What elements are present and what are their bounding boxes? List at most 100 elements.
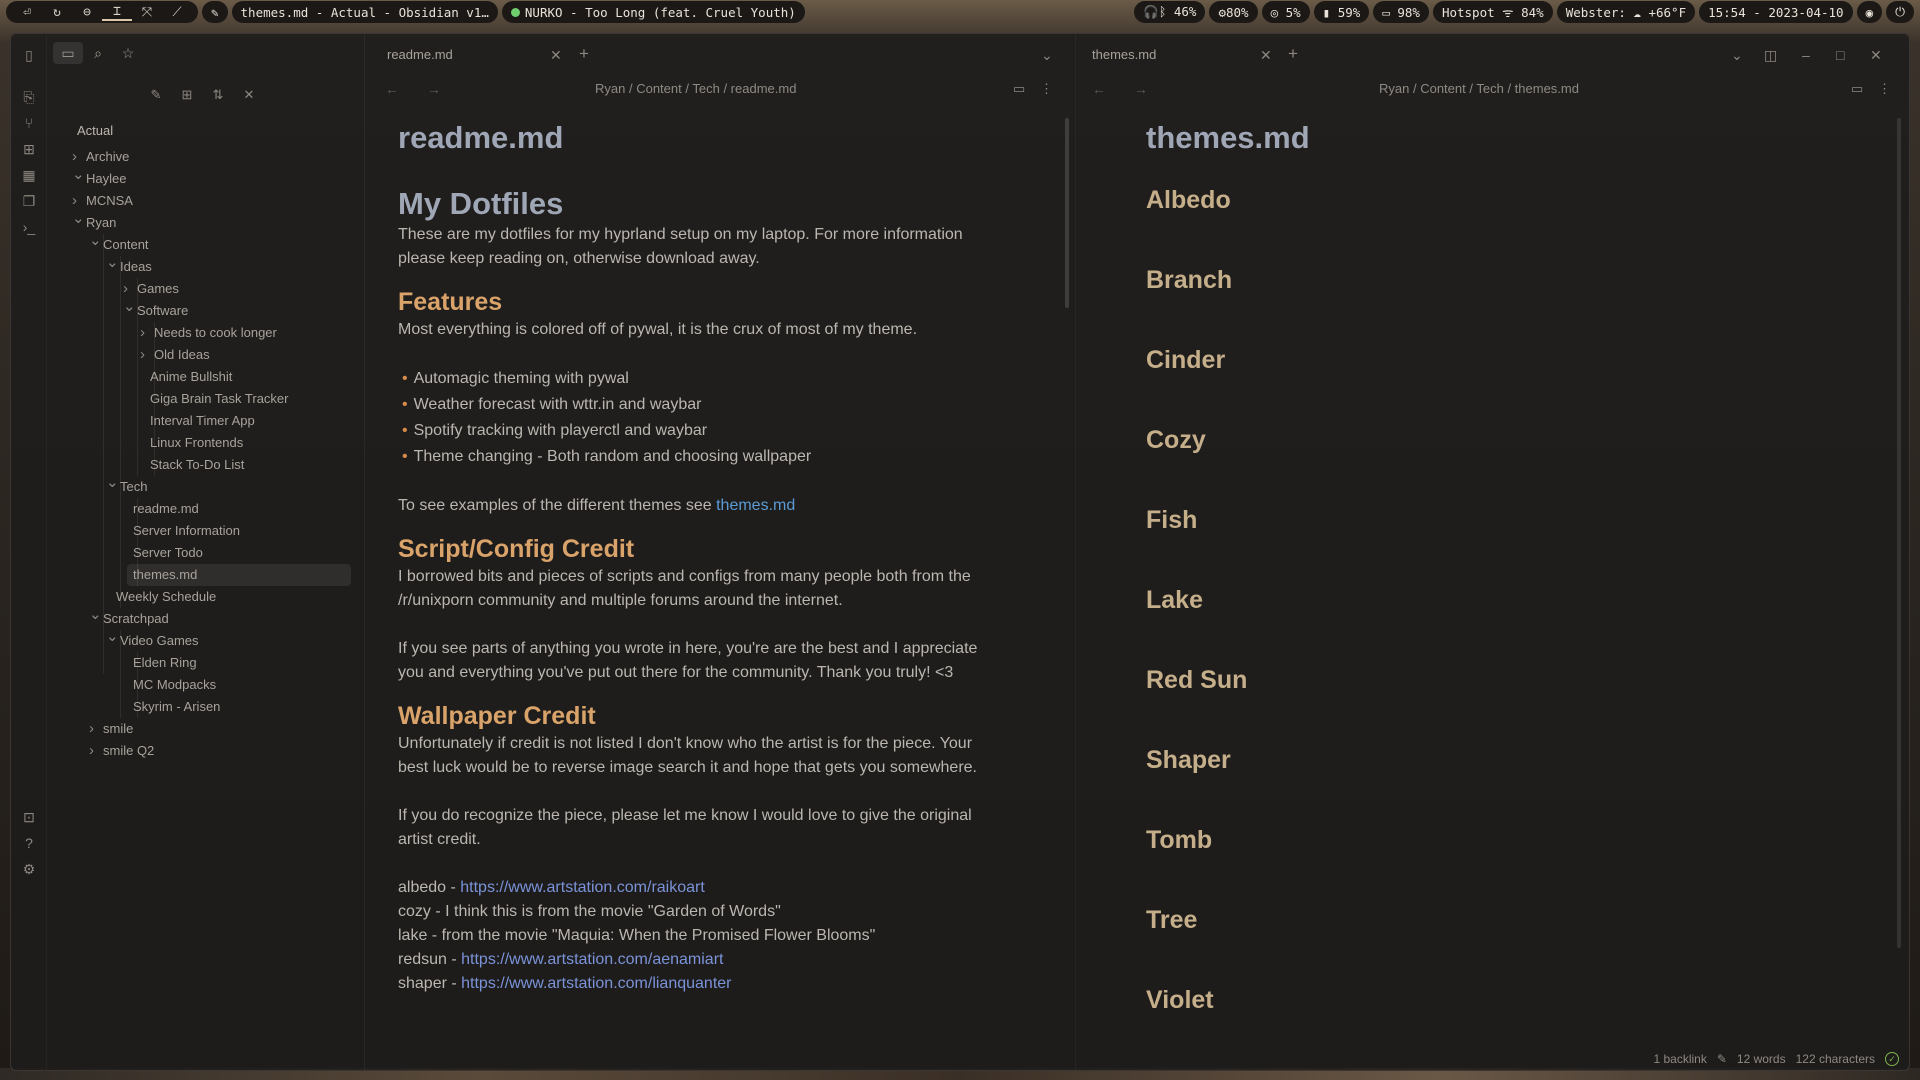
templates-icon[interactable]: ❐ [20, 192, 38, 210]
help-icon[interactable]: ? [20, 834, 38, 852]
more-options-icon[interactable]: ⋮ [1878, 74, 1891, 104]
file-item[interactable]: Linux Frontends [150, 432, 243, 454]
left-tabbar: readme.md ✕ + ⌄ [365, 34, 1075, 74]
inline-title[interactable]: readme.md [398, 120, 1018, 156]
close-tab-icon[interactable]: ✕ [1260, 42, 1272, 68]
file-item[interactable]: MC Modpacks [133, 674, 216, 696]
file-item[interactable]: Server Information [133, 520, 240, 542]
sidebar-toggle-icon[interactable]: ▯ [20, 46, 38, 64]
breadcrumb-item[interactable]: themes.md [1515, 81, 1579, 96]
window-close-icon[interactable]: ✕ [1870, 42, 1882, 68]
backlinks-count[interactable]: 1 backlink [1653, 1052, 1706, 1066]
now-playing[interactable]: NURKO - Too Long (feat. Cruel Youth) [501, 1, 805, 23]
new-note-icon[interactable]: ✎ [147, 86, 165, 104]
inline-title[interactable]: themes.md [1146, 120, 1846, 156]
settings-gear-icon[interactable]: ⚙ [20, 860, 38, 878]
wifi-status[interactable]: Hotspot ᯤ 84% [1432, 1, 1553, 23]
command-palette-icon[interactable]: ›_ [20, 218, 38, 236]
close-tab-icon[interactable]: ✕ [550, 42, 562, 68]
tab-list-chevron-down-icon[interactable]: ⌄ [1731, 42, 1743, 68]
folder-item[interactable]: Software [123, 296, 188, 322]
folder-item[interactable]: Needs to cook longer [140, 322, 277, 344]
nav-back-forward-icons[interactable]: ← → [1092, 74, 1160, 104]
new-folder-icon[interactable]: ⊞ [178, 86, 196, 104]
tab-themes[interactable]: themes.md [1092, 42, 1156, 68]
file-item[interactable]: Server Todo [133, 542, 203, 564]
workspace-2[interactable]: ↻ [42, 5, 72, 20]
file-item[interactable]: Skyrim - Arisen [133, 696, 220, 718]
sort-icon[interactable]: ⇅ [209, 86, 227, 104]
vault-name[interactable]: Actual [77, 123, 113, 138]
file-item[interactable]: readme.md [133, 498, 199, 520]
breadcrumb-item[interactable]: readme.md [731, 81, 797, 96]
themes-link[interactable]: themes.md [716, 497, 795, 514]
folder-item[interactable]: Video Games [106, 626, 198, 652]
breadcrumb-item[interactable]: Content [636, 81, 682, 96]
folder-item[interactable]: smile [89, 718, 134, 740]
collapse-all-icon[interactable]: ✕ [240, 86, 258, 104]
file-item[interactable]: Interval Timer App [150, 410, 255, 432]
brush-icon[interactable]: ✎ [202, 1, 228, 23]
theme-heading: Cozy [1146, 426, 1206, 454]
split-right-sidebar-icon[interactable]: ◫ [1764, 42, 1777, 68]
credit-line-3: If you see parts of anything you wrote i… [398, 640, 978, 657]
file-item[interactable]: themes.md [127, 564, 351, 586]
weather-status[interactable]: Webster: ☁ +66°F [1556, 1, 1696, 23]
minimize-icon[interactable]: – [1802, 42, 1810, 68]
sync-check-icon[interactable]: ✓ [1885, 1052, 1899, 1066]
bookmarks-tab-star-icon[interactable]: ☆ [113, 42, 143, 64]
workspace-3[interactable]: ⊖ [72, 5, 102, 20]
more-options-icon[interactable]: ⋮ [1040, 74, 1053, 104]
right-scrollbar[interactable] [1897, 118, 1901, 948]
file-item[interactable]: Stack To-Do List [150, 454, 244, 476]
vault-switcher-icon[interactable]: ⊡ [20, 808, 38, 826]
external-link[interactable]: https://www.artstation.com/lianquanter [461, 975, 731, 992]
workspace-6[interactable]: ⟋ [162, 5, 192, 20]
theme-heading: Branch [1146, 266, 1233, 294]
file-item[interactable]: Giga Brain Task Tracker [150, 388, 288, 410]
credit-entry-text: lake - from the movie "Maquia: When the … [398, 927, 876, 944]
clock[interactable]: 15:54 - 2023-04-10 [1699, 1, 1853, 23]
edit-mode-pencil-icon[interactable]: ✎ [1717, 1052, 1727, 1066]
discord-icon[interactable]: ◉ [1856, 1, 1883, 23]
tab-list-chevron-down-icon[interactable]: ⌄ [1041, 42, 1053, 68]
reading-view-icon[interactable]: ▭ [1851, 74, 1863, 104]
daily-note-icon[interactable]: ▦ [20, 166, 38, 184]
file-item[interactable]: Weekly Schedule [116, 586, 216, 608]
search-tab-icon[interactable]: ⌕ [83, 42, 113, 64]
breadcrumb-item[interactable]: Content [1420, 81, 1466, 96]
new-tab-icon[interactable]: + [579, 41, 589, 67]
workspace-5[interactable]: ⤧ [132, 5, 162, 20]
external-link[interactable]: https://www.artstation.com/aenamiart [461, 951, 723, 968]
examples-line: To see examples of the different themes … [398, 494, 1018, 518]
power-icon[interactable]: ⏻ [1886, 1, 1914, 23]
maximize-icon[interactable]: □ [1836, 42, 1844, 68]
file-item[interactable]: Elden Ring [133, 652, 197, 674]
new-tab-icon[interactable]: + [1288, 41, 1298, 67]
left-scrollbar[interactable] [1065, 118, 1069, 308]
external-link[interactable]: https://www.artstation.com/raikoart [460, 879, 705, 896]
graph-view-icon[interactable]: ⑂ [20, 114, 38, 132]
files-tab-folder-icon[interactable]: ▭ [53, 42, 83, 64]
workspace-4[interactable]: ⌶ [102, 4, 132, 21]
folder-item[interactable]: smile Q2 [89, 740, 154, 762]
workspace-1[interactable]: ⏎ [12, 5, 42, 20]
folder-item[interactable]: MCNSA [72, 190, 133, 212]
breadcrumb-item[interactable]: Ryan [1379, 81, 1409, 96]
file-item[interactable]: Anime Bullshit [150, 366, 232, 388]
folder-item[interactable]: Archive [72, 146, 129, 168]
quick-switcher-icon[interactable]: ⎘ [20, 88, 38, 106]
breadcrumb-item[interactable]: Ryan [595, 81, 625, 96]
nav-back-forward-icons[interactable]: ← → [385, 74, 453, 104]
folder-item[interactable]: Old Ideas [140, 344, 210, 366]
tab-readme[interactable]: readme.md [387, 42, 453, 68]
breadcrumb-item[interactable]: Tech [1476, 81, 1503, 96]
reading-view-icon[interactable]: ▭ [1013, 74, 1025, 104]
breadcrumb-item[interactable]: Tech [692, 81, 719, 96]
headset-status[interactable]: 🎧ᛒ 46% [1134, 1, 1206, 23]
folder-item[interactable]: Games [123, 278, 179, 300]
canvas-icon[interactable]: ⊞ [20, 140, 38, 158]
folder-item[interactable]: Haylee [72, 164, 127, 190]
folder-item[interactable]: Ideas [106, 252, 152, 278]
folder-item[interactable]: Tech [106, 472, 148, 498]
